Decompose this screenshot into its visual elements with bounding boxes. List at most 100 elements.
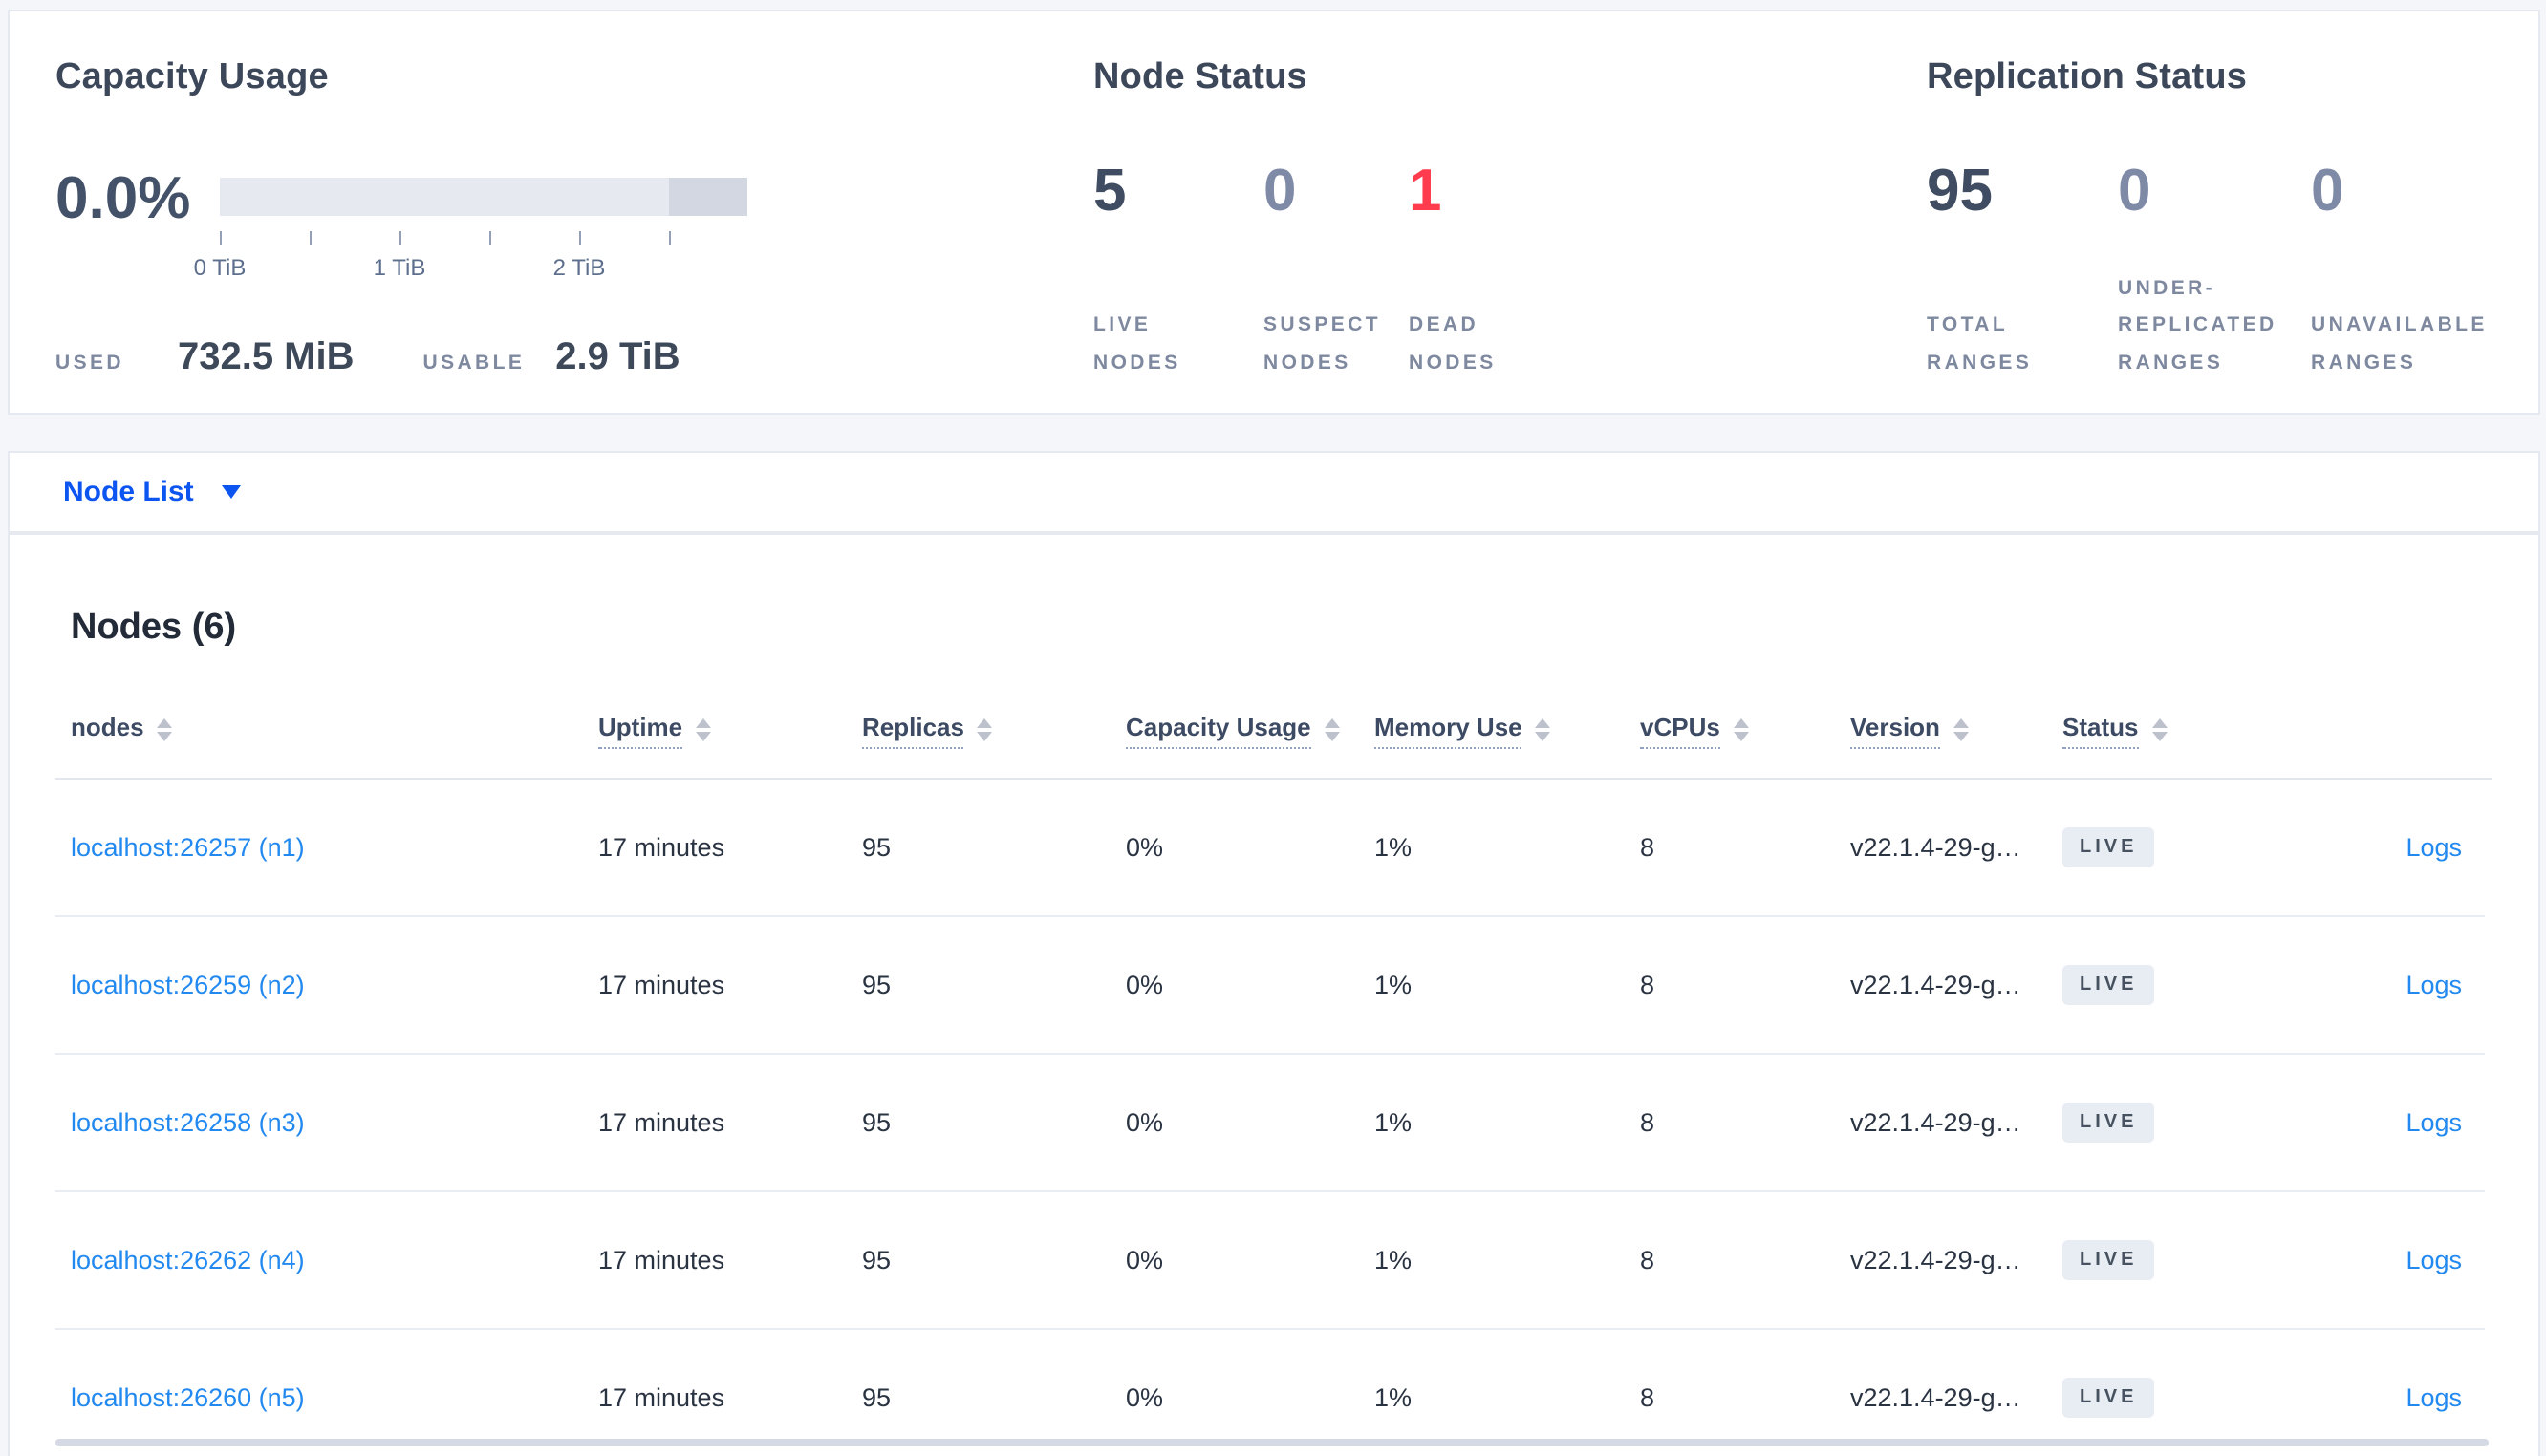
dead-nodes-label: DEAD NODES bbox=[1409, 313, 1497, 375]
axis-tick-label: 2 TiB bbox=[552, 254, 606, 281]
sort-icon bbox=[2151, 718, 2168, 741]
column-header-status[interactable]: Status bbox=[2062, 713, 2254, 749]
node-address-link[interactable]: localhost:26258 (n3) bbox=[71, 1108, 305, 1137]
replicas-cell: 95 bbox=[862, 1383, 892, 1412]
capacity-bar-dark-segment bbox=[669, 178, 747, 216]
status-badge: LIVE bbox=[2062, 1103, 2155, 1143]
sort-icon bbox=[1535, 718, 1551, 741]
capacity-usage-title: Capacity Usage bbox=[55, 57, 329, 97]
usable-label: USABLE bbox=[422, 352, 526, 375]
column-header-uptime[interactable]: Uptime bbox=[598, 713, 862, 749]
node-status-title: Node Status bbox=[1093, 57, 1307, 97]
replicas-cell: 95 bbox=[862, 971, 892, 999]
uptime-cell: 17 minutes bbox=[598, 1246, 725, 1274]
node-address-cell: localhost:26262 (n4) bbox=[71, 1246, 598, 1274]
replicas-cell: 95 bbox=[862, 833, 892, 862]
column-header-nodes[interactable]: nodes bbox=[71, 713, 598, 747]
capacity-usage-cell: 0% bbox=[1126, 1246, 1164, 1274]
nodes-section-title: Nodes (6) bbox=[71, 608, 237, 648]
column-header-vcpus[interactable]: vCPUs bbox=[1640, 713, 1850, 749]
unavailable-ranges-label: UNAVAILABLE RANGES bbox=[2311, 313, 2488, 375]
version-cell: v22.1.4-29-g… bbox=[1850, 1108, 2021, 1137]
node-address-link[interactable]: localhost:26259 (n2) bbox=[71, 971, 305, 999]
uptime-cell: 17 minutes bbox=[598, 833, 725, 862]
sort-icon bbox=[977, 718, 993, 741]
logs-link[interactable]: Logs bbox=[2406, 1246, 2462, 1274]
status-badge: LIVE bbox=[2062, 1378, 2155, 1418]
page: Capacity Usage 0.0% 0 TiB 1 TiB 2 TiB USED… bbox=[0, 0, 2546, 1456]
vcpus-cell: 8 bbox=[1640, 1108, 1655, 1137]
column-header-label: nodes bbox=[71, 713, 144, 741]
view-selector-bar: Node List bbox=[8, 451, 2540, 533]
logs-link[interactable]: Logs bbox=[2406, 1383, 2462, 1412]
memory-use-cell: 1% bbox=[1374, 833, 1413, 862]
node-address-link[interactable]: localhost:26257 (n1) bbox=[71, 833, 305, 862]
total-ranges-label: TOTAL RANGES bbox=[1927, 313, 2033, 375]
memory-use-cell: 1% bbox=[1374, 971, 1413, 999]
memory-use-cell: 1% bbox=[1374, 1383, 1413, 1412]
column-header-replicas[interactable]: Replicas bbox=[862, 713, 1126, 749]
node-address-cell: localhost:26260 (n5) bbox=[71, 1383, 598, 1412]
under-replicated-ranges-value: 0 bbox=[2118, 157, 2151, 224]
column-header-label: Memory Use bbox=[1374, 713, 1522, 749]
uptime-cell: 17 minutes bbox=[598, 971, 725, 999]
memory-use-cell: 1% bbox=[1374, 1246, 1413, 1274]
status-badge: LIVE bbox=[2062, 965, 2155, 1005]
capacity-percent-value: 0.0% bbox=[55, 164, 191, 231]
sort-icon bbox=[696, 718, 712, 741]
table-row: localhost:26262 (n4) 17 minutes 95 0% 1% 8 v22… bbox=[10, 1192, 2538, 1328]
logs-link[interactable]: Logs bbox=[2406, 833, 2462, 862]
logs-cell: Logs bbox=[2254, 1108, 2538, 1137]
column-header-capacity-usage[interactable]: Capacity Usage bbox=[1126, 713, 1374, 749]
node-address-cell: localhost:26257 (n1) bbox=[71, 833, 598, 862]
axis-tick bbox=[579, 231, 581, 245]
logs-cell: Logs bbox=[2254, 1383, 2538, 1412]
logs-cell: Logs bbox=[2254, 971, 2538, 999]
axis-tick bbox=[669, 231, 671, 245]
node-list-dropdown[interactable]: Node List bbox=[63, 476, 242, 508]
dead-nodes-value: 1 bbox=[1409, 157, 1442, 224]
version-cell: v22.1.4-29-g… bbox=[1850, 833, 2021, 862]
live-nodes-value: 5 bbox=[1093, 157, 1127, 224]
sort-icon bbox=[157, 718, 173, 741]
axis-tick bbox=[489, 231, 491, 245]
column-header-label: Replicas bbox=[862, 713, 964, 749]
status-cell: LIVE bbox=[2062, 1378, 2254, 1418]
usable-value: 2.9 TiB bbox=[555, 336, 680, 378]
replicas-cell: 95 bbox=[862, 1246, 892, 1274]
nodes-table-card: Nodes (6) nodes Uptime Replicas Capacity Us… bbox=[8, 533, 2540, 1456]
table-row: localhost:26257 (n1) 17 minutes 95 0% 1% 8 v22… bbox=[10, 780, 2538, 915]
column-header-label: Version bbox=[1850, 713, 1940, 749]
capacity-usage-bar bbox=[220, 178, 747, 216]
suspect-nodes-label: SUSPECT NODES bbox=[1263, 313, 1381, 375]
logs-link[interactable]: Logs bbox=[2406, 1108, 2462, 1137]
table-body: localhost:26257 (n1) 17 minutes 95 0% 1% 8 v22… bbox=[10, 780, 2538, 1456]
status-badge: LIVE bbox=[2062, 827, 2155, 867]
uptime-cell: 17 minutes bbox=[598, 1383, 725, 1412]
node-address-cell: localhost:26258 (n3) bbox=[71, 1108, 598, 1137]
version-cell: v22.1.4-29-g… bbox=[1850, 1246, 2021, 1274]
node-address-link[interactable]: localhost:26260 (n5) bbox=[71, 1383, 305, 1412]
vcpus-cell: 8 bbox=[1640, 971, 1655, 999]
table-row: localhost:26260 (n5) 17 minutes 95 0% 1% 8 v22… bbox=[10, 1330, 2538, 1456]
sort-icon bbox=[1324, 718, 1340, 741]
replication-status-title: Replication Status bbox=[1927, 57, 2248, 97]
column-header-label: vCPUs bbox=[1640, 713, 1720, 749]
column-header-memory-use[interactable]: Memory Use bbox=[1374, 713, 1640, 749]
status-cell: LIVE bbox=[2062, 965, 2254, 1005]
table-row: localhost:26258 (n3) 17 minutes 95 0% 1% 8 v22… bbox=[10, 1055, 2538, 1190]
vcpus-cell: 8 bbox=[1640, 833, 1655, 862]
capacity-used-row: USED 732.5 MiB USABLE 2.9 TiB bbox=[55, 336, 680, 380]
logs-link[interactable]: Logs bbox=[2406, 971, 2462, 999]
node-address-link[interactable]: localhost:26262 (n4) bbox=[71, 1246, 305, 1274]
used-value: 732.5 MiB bbox=[177, 336, 355, 378]
node-list-dropdown-label: Node List bbox=[63, 476, 194, 508]
horizontal-scrollbar[interactable] bbox=[55, 1439, 2489, 1446]
chevron-down-icon bbox=[222, 485, 242, 499]
memory-use-cell: 1% bbox=[1374, 1108, 1413, 1137]
axis-tick-label: 0 TiB bbox=[193, 254, 247, 281]
vcpus-cell: 8 bbox=[1640, 1383, 1655, 1412]
vcpus-cell: 8 bbox=[1640, 1246, 1655, 1274]
cluster-summary-card: Capacity Usage 0.0% 0 TiB 1 TiB 2 TiB USED… bbox=[8, 10, 2540, 415]
column-header-version[interactable]: Version bbox=[1850, 713, 2062, 749]
